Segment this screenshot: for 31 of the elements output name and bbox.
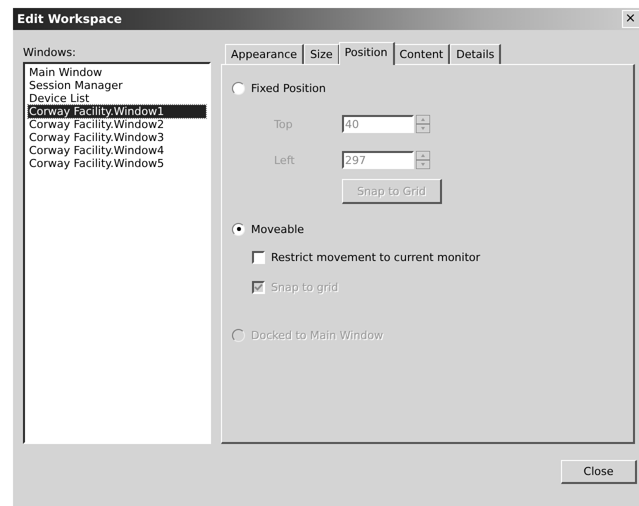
checkbox-label: Restrict movement to current monitor [271, 250, 480, 264]
list-item[interactable]: Corway Facility.Window4 [28, 144, 206, 157]
list-item[interactable]: Device List [28, 92, 206, 105]
radio-label: Fixed Position [251, 82, 326, 94]
list-item[interactable]: Main Window [28, 66, 206, 79]
field-label: Top [274, 118, 294, 130]
list-item[interactable]: Corway Facility.Window3 [28, 131, 206, 144]
radio-button[interactable] [232, 222, 245, 236]
tab[interactable]: Size [304, 44, 340, 64]
radio-button[interactable] [232, 82, 245, 94]
tab[interactable]: Position [338, 42, 394, 65]
field-label: Left [274, 154, 296, 166]
close-dialog-button[interactable]: Close [561, 460, 637, 484]
spin-down-icon[interactable] [416, 124, 430, 133]
list-item[interactable]: Corway Facility.Window1 [28, 105, 206, 118]
checkbox[interactable] [252, 250, 265, 264]
tab[interactable]: Appearance [225, 44, 304, 64]
list-item[interactable]: Corway Facility.Window2 [28, 118, 206, 131]
spin-up-icon[interactable] [416, 151, 430, 160]
spin-up-icon[interactable] [416, 115, 430, 124]
list-item[interactable]: Session Manager [28, 79, 206, 92]
tab[interactable]: Details [450, 44, 502, 64]
list-label: Windows: [23, 46, 77, 59]
radio-label: Docked to Main Window [251, 328, 384, 342]
radio-label: Moveable [251, 222, 304, 236]
close-button[interactable]: × [622, 10, 639, 28]
tab[interactable]: Content [394, 44, 450, 64]
window-title: Edit Workspace [17, 12, 122, 26]
spin-down-icon[interactable] [416, 160, 430, 169]
list-item[interactable]: Corway Facility.Window5 [28, 157, 206, 170]
checkbox-label: Snap to grid [271, 280, 338, 294]
